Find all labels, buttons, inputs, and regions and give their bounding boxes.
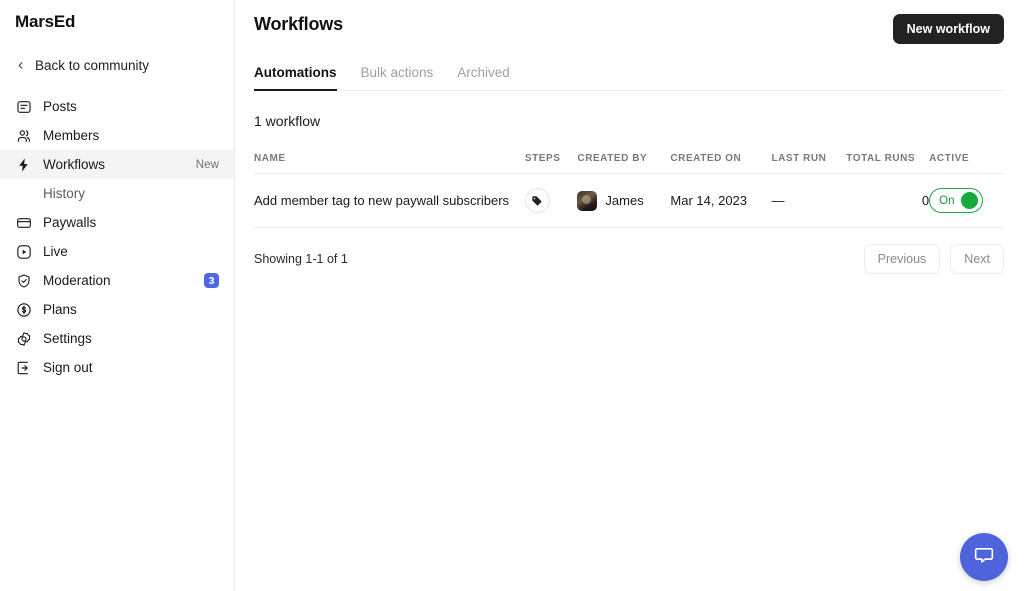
workflow-name-label: Add member tag to new paywall subscriber… (254, 193, 510, 208)
cell-last-run: — (771, 173, 847, 228)
sidebar-item-posts-label: Posts (43, 99, 77, 114)
app-root: MarsEd Back to community Posts Members W… (0, 0, 1024, 591)
tab-automations[interactable]: Automations (254, 65, 337, 91)
sidebar-nav: Posts Members Workflows New History Payw… (0, 92, 234, 382)
cell-created-by: James (577, 173, 671, 228)
sidebar-item-settings[interactable]: Settings (0, 324, 234, 353)
cell-created-on: Mar 14, 2023 (670, 173, 772, 228)
sidebar-item-plans-label: Plans (43, 302, 77, 317)
page-header: Workflows New workflow (254, 0, 1004, 44)
tab-archived[interactable]: Archived (457, 65, 510, 91)
workflows-table: NAME STEPS CREATED BY CREATED ON LAST RU… (254, 153, 1004, 228)
sidebar-item-paywalls-label: Paywalls (43, 215, 97, 230)
sidebar-item-sign-out-label: Sign out (43, 360, 93, 375)
paywalls-icon (15, 214, 32, 231)
sidebar-item-history[interactable]: History (0, 179, 234, 208)
page-title: Workflows (254, 14, 343, 34)
tag-icon[interactable] (524, 188, 550, 213)
chevron-left-icon (15, 60, 26, 71)
sidebar-item-history-label: History (43, 186, 86, 201)
sidebar-item-live-label: Live (43, 244, 68, 259)
active-toggle[interactable]: On (929, 188, 983, 213)
sidebar-item-moderation-label: Moderation (43, 273, 111, 288)
active-toggle-label: On (939, 194, 955, 207)
sidebar-item-sign-out[interactable]: Sign out (0, 353, 234, 382)
sidebar-item-members[interactable]: Members (0, 121, 234, 150)
tab-bulk-actions[interactable]: Bulk actions (361, 65, 434, 91)
tab-bar: Automations Bulk actions Archived (254, 65, 1004, 91)
plans-icon (15, 301, 32, 318)
new-workflow-button[interactable]: New workflow (892, 14, 1004, 44)
cell-active: On (929, 173, 1004, 228)
column-header-steps[interactable]: STEPS (524, 153, 578, 174)
back-to-community-link[interactable]: Back to community (0, 52, 234, 78)
column-header-created-on[interactable]: CREATED ON (670, 153, 772, 174)
sidebar-item-members-label: Members (43, 128, 100, 143)
sidebar-item-live[interactable]: Live (0, 237, 234, 266)
table-header: NAME STEPS CREATED BY CREATED ON LAST RU… (254, 153, 1004, 174)
workflows-icon (15, 156, 32, 173)
sidebar: MarsEd Back to community Posts Members W… (0, 0, 235, 591)
pagination: Showing 1-1 of 1 Previous Next (254, 244, 1004, 274)
sign-out-icon (15, 359, 32, 376)
sidebar-item-paywalls[interactable]: Paywalls (0, 208, 234, 237)
posts-icon (15, 98, 32, 115)
sidebar-badge-moderation-count: 3 (204, 273, 219, 288)
back-to-community-label: Back to community (35, 57, 150, 73)
column-header-name[interactable]: NAME (254, 153, 525, 174)
members-icon (15, 127, 32, 144)
table-row[interactable]: Add member tag to new paywall subscriber… (254, 173, 1004, 228)
cell-total-runs: 0 (846, 173, 930, 228)
sidebar-badge-new: New (195, 158, 219, 171)
avatar (577, 190, 598, 211)
table-body: Add member tag to new paywall subscriber… (254, 173, 1004, 228)
settings-icon (15, 330, 32, 347)
cell-workflow-name[interactable]: Add member tag to new paywall subscriber… (254, 173, 525, 228)
table-header-row: NAME STEPS CREATED BY CREATED ON LAST RU… (254, 153, 1004, 174)
main-content: Workflows New workflow Automations Bulk … (235, 0, 1024, 591)
sidebar-item-settings-label: Settings (43, 331, 92, 346)
workflow-count: 1 workflow (254, 113, 321, 129)
chat-widget-button[interactable] (960, 533, 1008, 581)
cell-steps (524, 173, 578, 228)
sidebar-item-plans[interactable]: Plans (0, 295, 234, 324)
live-icon (15, 243, 32, 260)
column-header-last-run[interactable]: LAST RUN (771, 153, 847, 174)
column-header-active[interactable]: ACTIVE (929, 153, 1004, 174)
active-toggle-knob (960, 192, 978, 209)
chat-bubble-icon (973, 544, 995, 571)
pagination-buttons: Previous Next (863, 244, 1004, 274)
sidebar-item-workflows[interactable]: Workflows New (0, 150, 234, 179)
previous-page-button[interactable]: Previous (863, 244, 941, 274)
brand-title: MarsEd (15, 12, 76, 31)
created-by-label: James (605, 193, 644, 208)
sidebar-item-posts[interactable]: Posts (0, 92, 234, 121)
column-header-created-by[interactable]: CREATED BY (577, 153, 671, 174)
column-header-total-runs[interactable]: TOTAL RUNS (846, 153, 930, 174)
next-page-button[interactable]: Next (950, 244, 1004, 274)
sidebar-item-workflows-label: Workflows (43, 157, 106, 172)
moderation-icon (15, 272, 32, 289)
sidebar-item-moderation[interactable]: Moderation 3 (0, 266, 234, 295)
pagination-info: Showing 1-1 of 1 (254, 252, 348, 266)
